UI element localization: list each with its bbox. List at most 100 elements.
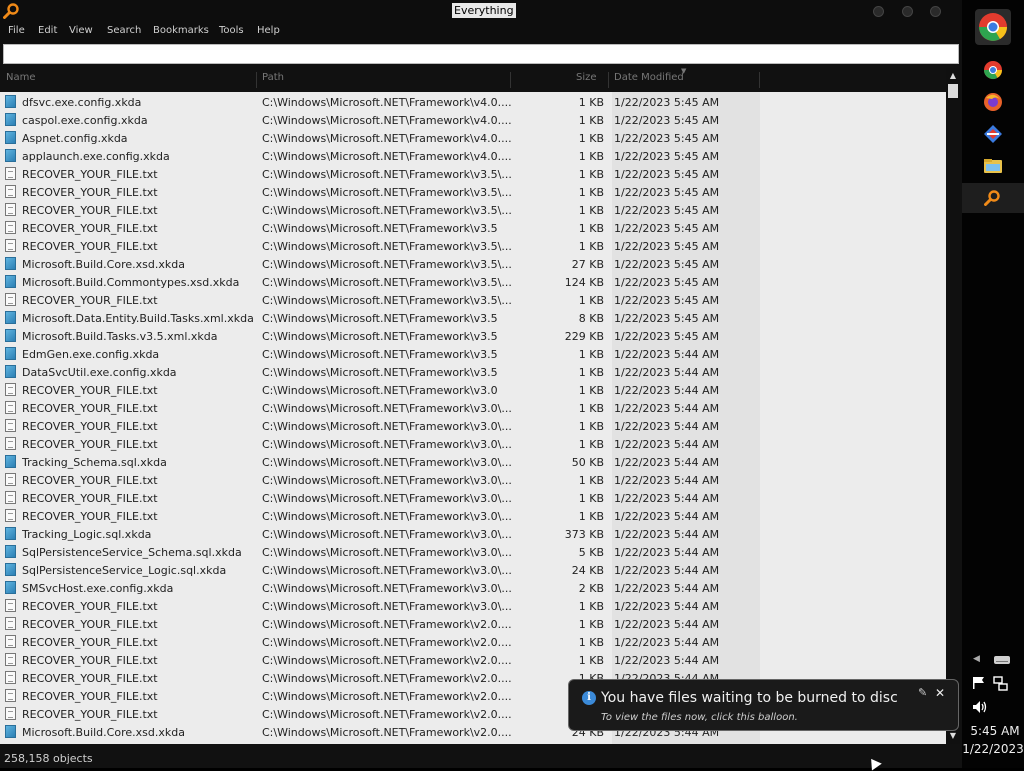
file-name-cell: RECOVER_YOUR_FILE.txt <box>22 438 158 451</box>
close-button[interactable] <box>930 6 941 17</box>
menu-bookmarks[interactable]: Bookmarks <box>153 25 209 36</box>
firefox-icon[interactable] <box>983 92 1003 112</box>
table-row[interactable]: Aspnet.config.xkda C:\Windows\Microsoft.N… <box>0 129 946 147</box>
clock-time[interactable]: 5:45 AM <box>966 724 1024 738</box>
table-row[interactable]: RECOVER_YOUR_FILE.txt C:\Windows\Microsof… <box>0 381 946 399</box>
title-bar[interactable]: Everything <box>0 0 962 22</box>
column-path-header[interactable]: Path <box>262 72 284 88</box>
column-divider[interactable] <box>608 72 609 88</box>
table-row[interactable]: RECOVER_YOUR_FILE.txt C:\Windows\Microsof… <box>0 651 946 669</box>
table-row[interactable]: RECOVER_YOUR_FILE.txt C:\Windows\Microsof… <box>0 507 946 525</box>
table-row[interactable]: Microsoft.Data.Entity.Build.Tasks.xml.xk… <box>0 309 946 327</box>
table-row[interactable]: Tracking_Logic.sql.xkda C:\Windows\Micros… <box>0 525 946 543</box>
file-name-cell: DataSvcUtil.exe.config.xkda <box>22 366 177 379</box>
table-row[interactable]: RECOVER_YOUR_FILE.txt C:\Windows\Microsof… <box>0 201 946 219</box>
table-row[interactable]: RECOVER_YOUR_FILE.txt C:\Windows\Microsof… <box>0 219 946 237</box>
drive-tray-icon[interactable] <box>993 654 1011 666</box>
xkda-file-icon <box>5 455 16 468</box>
everything-taskbar-button[interactable] <box>962 183 1024 213</box>
table-row[interactable]: DataSvcUtil.exe.config.xkda C:\Windows\Mi… <box>0 363 946 381</box>
table-row[interactable]: EdmGen.exe.config.xkda C:\Windows\Microso… <box>0 345 946 363</box>
file-path-cell: C:\Windows\Microsoft.NET\Framework\v4.0.… <box>262 114 512 127</box>
text-file-icon <box>5 239 16 252</box>
table-row[interactable]: RECOVER_YOUR_FILE.txt C:\Windows\Microsof… <box>0 597 946 615</box>
table-row[interactable]: RECOVER_YOUR_FILE.txt C:\Windows\Microsof… <box>0 237 946 255</box>
table-row[interactable]: RECOVER_YOUR_FILE.txt C:\Windows\Microsof… <box>0 633 946 651</box>
minimize-button[interactable] <box>873 6 884 17</box>
chrome-taskbar-button[interactable] <box>974 8 1012 46</box>
table-row[interactable]: RECOVER_YOUR_FILE.txt C:\Windows\Microsof… <box>0 291 946 309</box>
date-modified-cell: 1/22/2023 5:44 AM <box>614 564 720 577</box>
column-date-header[interactable]: Date Modified <box>614 72 684 88</box>
date-modified-cell: 1/22/2023 5:44 AM <box>614 456 720 469</box>
table-row[interactable]: caspol.exe.config.xkda C:\Windows\Microso… <box>0 111 946 129</box>
column-size-header[interactable]: Size <box>576 72 597 88</box>
burn-disc-notification-balloon[interactable]: i You have files waiting to be burned to… <box>568 679 959 731</box>
menu-search[interactable]: Search <box>107 25 141 36</box>
network-app-icon[interactable] <box>983 124 1003 144</box>
search-input[interactable] <box>4 45 958 63</box>
column-divider[interactable] <box>256 72 257 88</box>
table-row[interactable]: RECOVER_YOUR_FILE.txt C:\Windows\Microsof… <box>0 489 946 507</box>
flag-tray-icon[interactable] <box>971 676 987 690</box>
file-path-cell: C:\Windows\Microsoft.NET\Framework\v2.0.… <box>262 672 512 685</box>
table-row[interactable]: RECOVER_YOUR_FILE.txt C:\Windows\Microsof… <box>0 435 946 453</box>
table-row[interactable]: RECOVER_YOUR_FILE.txt C:\Windows\Microsof… <box>0 417 946 435</box>
balloon-close-icon[interactable]: ✕ <box>935 686 945 700</box>
scrollbar-thumb[interactable] <box>948 84 958 98</box>
table-row[interactable]: RECOVER_YOUR_FILE.txt C:\Windows\Microsof… <box>0 165 946 183</box>
file-name-cell: RECOVER_YOUR_FILE.txt <box>22 690 158 703</box>
table-row[interactable]: Microsoft.Build.Core.xsd.xkda C:\Windows\… <box>0 255 946 273</box>
table-row[interactable]: RECOVER_YOUR_FILE.txt C:\Windows\Microsof… <box>0 471 946 489</box>
column-divider[interactable] <box>759 72 760 88</box>
file-explorer-icon[interactable] <box>983 156 1003 176</box>
menu-edit[interactable]: Edit <box>38 25 57 36</box>
maximize-button[interactable] <box>902 6 913 17</box>
date-modified-cell: 1/22/2023 5:44 AM <box>614 636 720 649</box>
menu-file[interactable]: File <box>8 25 25 36</box>
text-file-icon <box>5 509 16 522</box>
table-row[interactable]: applaunch.exe.config.xkda C:\Windows\Micr… <box>0 147 946 165</box>
menu-tools[interactable]: Tools <box>219 25 244 36</box>
results-list[interactable]: dfsvc.exe.config.xkda C:\Windows\Microsof… <box>0 92 946 744</box>
file-path-cell: C:\Windows\Microsoft.NET\Framework\v3.5 <box>262 330 498 343</box>
scroll-down-arrow-icon[interactable]: ▼ <box>948 730 958 742</box>
window-title: Everything <box>452 3 516 18</box>
tray-expand-arrow-icon[interactable]: ◀ <box>973 654 980 664</box>
file-size-cell: 1 KB <box>578 348 604 361</box>
scroll-up-arrow-icon[interactable]: ▲ <box>948 70 958 82</box>
network-tray-icon[interactable] <box>993 676 1009 692</box>
file-path-cell: C:\Windows\Microsoft.NET\Framework\v3.0\… <box>262 420 512 433</box>
menu-view[interactable]: View <box>69 25 93 36</box>
file-size-cell: 1 KB <box>578 510 604 523</box>
table-row[interactable]: Microsoft.Build.Tasks.v3.5.xml.xkda C:\Wi… <box>0 327 946 345</box>
menu-help[interactable]: Help <box>257 25 280 36</box>
chrome-icon[interactable] <box>983 60 1003 80</box>
file-size-cell: 1 KB <box>578 438 604 451</box>
search-box[interactable] <box>3 44 959 64</box>
file-size-cell: 5 KB <box>578 546 604 559</box>
date-modified-cell: 1/22/2023 5:44 AM <box>614 654 720 667</box>
file-name-cell: Microsoft.Build.Commontypes.xsd.xkda <box>22 276 240 289</box>
table-row[interactable]: RECOVER_YOUR_FILE.txt C:\Windows\Microsof… <box>0 615 946 633</box>
everything-window: Everything File Edit View Search Bookmar… <box>0 0 962 768</box>
table-row[interactable]: RECOVER_YOUR_FILE.txt C:\Windows\Microsof… <box>0 183 946 201</box>
vertical-scrollbar[interactable]: ▲ ▼ <box>946 68 960 744</box>
file-path-cell: C:\Windows\Microsoft.NET\Framework\v3.5 <box>262 348 498 361</box>
table-row[interactable]: dfsvc.exe.config.xkda C:\Windows\Microsof… <box>0 93 946 111</box>
speaker-tray-icon[interactable] <box>971 700 989 714</box>
table-row[interactable]: Tracking_Schema.sql.xkda C:\Windows\Micro… <box>0 453 946 471</box>
table-row[interactable]: RECOVER_YOUR_FILE.txt C:\Windows\Microsof… <box>0 399 946 417</box>
clock-date[interactable]: 1/22/2023 <box>962 742 1024 756</box>
column-name-header[interactable]: Name <box>6 72 36 88</box>
table-row[interactable]: SqlPersistenceService_Schema.sql.xkda C:\… <box>0 543 946 561</box>
file-name-cell: RECOVER_YOUR_FILE.txt <box>22 186 158 199</box>
table-row[interactable]: SMSvcHost.exe.config.xkda C:\Windows\Micr… <box>0 579 946 597</box>
date-modified-cell: 1/22/2023 5:44 AM <box>614 510 720 523</box>
xkda-file-icon <box>5 365 16 378</box>
column-divider[interactable] <box>510 72 511 88</box>
magnifier-app-icon <box>3 3 19 19</box>
wrench-options-icon[interactable]: ✎ <box>918 686 927 699</box>
table-row[interactable]: SqlPersistenceService_Logic.sql.xkda C:\W… <box>0 561 946 579</box>
table-row[interactable]: Microsoft.Build.Commontypes.xsd.xkda C:\W… <box>0 273 946 291</box>
